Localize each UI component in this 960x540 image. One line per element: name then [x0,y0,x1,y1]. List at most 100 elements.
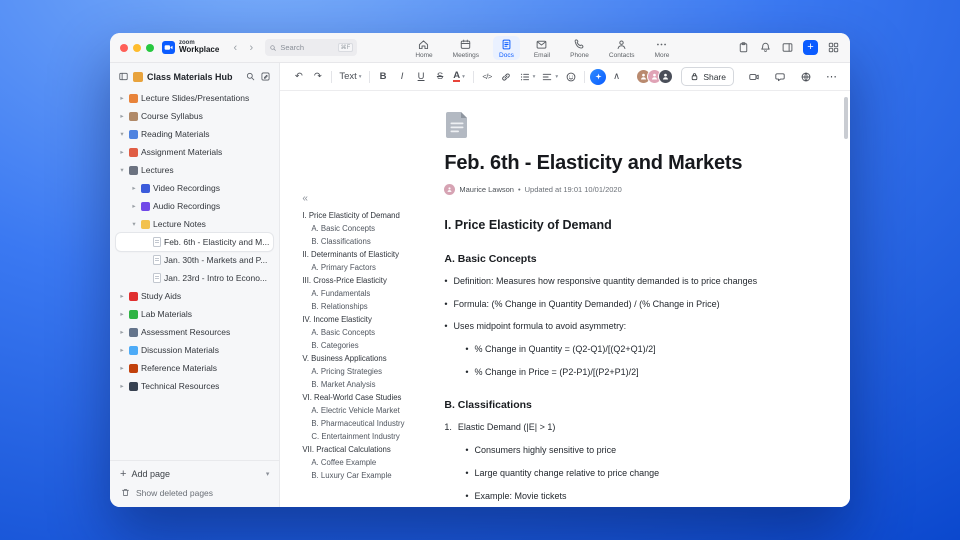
sidebar-section-item[interactable]: ▸ Assessment Resources [116,323,273,341]
minimize-window-button[interactable] [133,43,141,52]
chevron-right-icon[interactable]: ▸ [118,292,126,300]
doc-body[interactable]: I. Price Elasticity of Demand A. Basic Co… [444,218,808,507]
more-options-icon[interactable]: ⋯ [824,68,840,86]
bell-icon[interactable] [759,41,772,54]
link-button[interactable] [498,68,515,86]
toc-item[interactable]: A. Pricing Strategies [302,365,428,378]
sidebar-section-item[interactable]: ▾ Reading Materials [116,125,273,143]
start-meeting-camera-icon[interactable] [746,68,762,86]
sidebar-page-item[interactable]: Jan. 30th - Markets and P... [116,251,273,269]
bulleted-list-button[interactable]: ▾ [517,68,538,86]
emoji-button[interactable] [562,68,579,86]
collapse-toolbar-button[interactable]: ∧ [608,68,625,86]
chevron-down-icon[interactable]: ▾ [118,166,126,174]
toc-item[interactable]: II. Determinants of Elasticity [302,248,428,261]
toc-item[interactable]: A. Basic Concepts [302,222,428,235]
toc-item[interactable]: B. Market Analysis [302,378,428,391]
underline-button[interactable]: U [413,68,430,86]
sidebar-section-item[interactable]: ▸ Video Recordings [116,179,273,197]
show-deleted-pages-button[interactable]: Show deleted pages [120,487,269,498]
toc-item[interactable]: C. Entertainment Industry [302,430,428,443]
toc-item[interactable]: VI. Real-World Case Studies [302,391,428,404]
sidebar-section-item[interactable]: ▸ Technical Resources [116,377,273,395]
new-item-button[interactable]: + [803,40,818,55]
chevron-right-icon[interactable]: ▸ [118,328,126,336]
chevron-down-icon[interactable]: ▾ [266,470,270,478]
toc-item[interactable]: A. Fundamentals [302,287,428,300]
sidebar-section-item[interactable]: ▸ Discussion Materials [116,341,273,359]
chevron-right-icon[interactable]: ▸ [118,148,126,156]
tab-email[interactable]: Email [528,36,556,60]
sidebar-page-item[interactable]: Feb. 6th - Elasticity and M... [116,233,274,251]
chevron-right-icon[interactable]: ▸ [118,364,126,372]
sidebar-section-item[interactable]: ▸ Lab Materials [116,305,273,323]
sidebar-section-item[interactable]: ▸ Lecture Slides/Presentations [116,89,273,107]
panel-right-icon[interactable] [781,41,794,54]
toc-item[interactable]: B. Categories [302,339,428,352]
tab-meetings[interactable]: Meetings [447,36,485,60]
chevron-right-icon[interactable]: ▸ [118,94,126,102]
globe-language-icon[interactable] [798,68,814,86]
sidebar-section-item[interactable]: ▸ Course Syllabus [116,107,273,125]
chevron-right-icon[interactable]: ▸ [118,310,126,318]
sidebar-section-item[interactable]: ▸ Assignment Materials [116,143,273,161]
toc-item[interactable]: V. Business Applications [302,352,428,365]
tab-docs[interactable]: Docs [493,35,520,60]
ai-companion-button[interactable] [590,68,607,85]
sidebar-section-item[interactable]: ▸ Audio Recordings [116,197,273,215]
undo-button[interactable]: ↶ [290,68,307,86]
toc-item[interactable]: IV. Income Elasticity [302,313,428,326]
apps-grid-icon[interactable] [827,41,840,54]
chevron-right-icon[interactable]: ▸ [130,184,138,192]
tab-phone[interactable]: Phone [564,36,595,60]
doc-scroll-area[interactable]: « I. Price Elasticity of Demand A. Basic … [280,91,850,507]
scrollbar-thumb[interactable] [844,97,848,139]
bold-button[interactable]: B [375,68,392,86]
doc-content[interactable]: Feb. 6th - Elasticity and Markets Mauric… [432,91,850,507]
toc-item[interactable]: I. Price Elasticity of Demand [302,209,428,222]
chevron-right-icon[interactable]: ▸ [118,346,126,354]
toc-item[interactable]: A. Primary Factors [302,261,428,274]
code-button[interactable]: </> [479,68,496,86]
strikethrough-button[interactable]: S [432,68,449,86]
chevron-right-icon[interactable]: ▸ [130,202,138,210]
forward-button[interactable]: › [245,41,257,55]
redo-button[interactable]: ↷ [309,68,326,86]
comment-icon[interactable] [772,68,788,86]
share-button[interactable]: Share [681,67,734,86]
collapse-sidebar-icon[interactable] [118,71,129,82]
new-page-icon[interactable] [260,71,271,82]
close-window-button[interactable] [120,43,128,52]
toc-item[interactable]: III. Cross-Price Elasticity [302,274,428,287]
zoom-window-button[interactable] [146,43,154,52]
toc-item[interactable]: B. Classifications [302,235,428,248]
toc-item[interactable]: B. Pharmaceutical Industry [302,417,428,430]
tab-home[interactable]: Home [409,36,438,60]
toc-item[interactable]: A. Electric Vehicle Market [302,404,428,417]
toc-item[interactable]: VII. Practical Calculations [302,443,428,456]
collapse-outline-icon[interactable]: « [302,193,308,204]
add-page-button[interactable]: + Add page ▾ [120,468,269,480]
sidebar-section-item[interactable]: ▾ Lectures [116,161,273,179]
toc-item[interactable]: A. Basic Concepts [302,326,428,339]
page-title[interactable]: Feb. 6th - Elasticity and Markets [444,152,808,175]
tab-more[interactable]: More [649,36,676,60]
sidebar-section-item[interactable]: ▸ Study Aids [116,287,273,305]
sidebar-section-item[interactable]: ▾ Lecture Notes [116,215,273,233]
search-input[interactable]: Search ⌘F [265,39,358,56]
toc-item[interactable]: B. Relationships [302,300,428,313]
tab-contacts[interactable]: Contacts [603,36,641,60]
sidebar-search-icon[interactable] [245,71,256,82]
chevron-right-icon[interactable]: ▸ [118,382,126,390]
clipboard-icon[interactable] [737,41,750,54]
back-button[interactable]: ‹ [229,41,241,55]
text-style-button[interactable]: Text ▾ [337,68,363,86]
chevron-down-icon[interactable]: ▾ [130,220,138,228]
italic-button[interactable]: I [394,68,411,86]
toc-item[interactable]: A. Coffee Example [302,456,428,469]
align-button[interactable]: ▾ [539,68,560,86]
sidebar-page-item[interactable]: Jan. 23rd - Intro to Econo... [116,269,273,287]
text-color-button[interactable]: A ▾ [451,68,468,86]
toc-item[interactable]: B. Luxury Car Example [302,469,428,482]
sidebar-section-item[interactable]: ▸ Reference Materials [116,359,273,377]
